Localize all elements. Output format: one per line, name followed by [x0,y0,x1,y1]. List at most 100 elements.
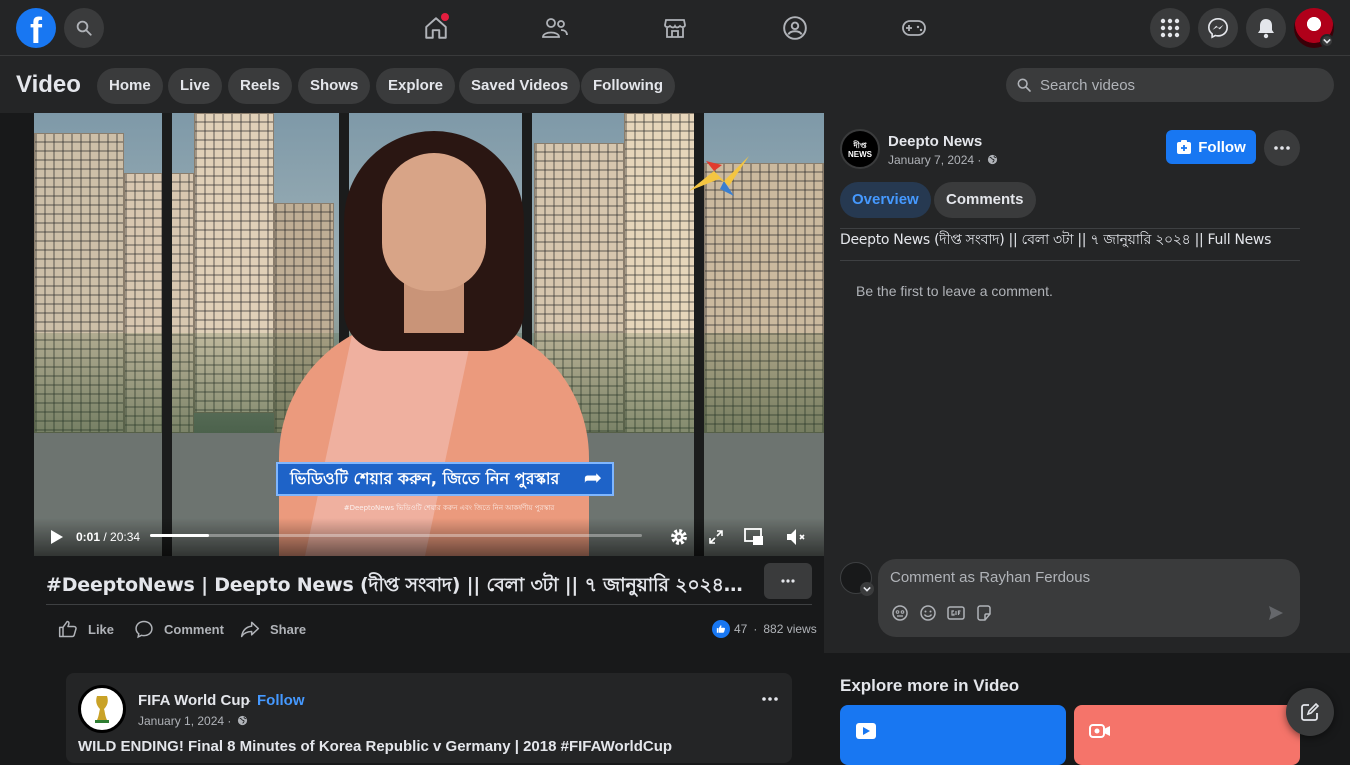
tab-live[interactable]: Live [168,68,223,104]
menu-button[interactable] [1150,8,1190,48]
nav-friends[interactable] [535,8,575,48]
top-navigation: f [0,0,1350,56]
explore-card-live[interactable] [1074,705,1300,765]
globe-icon [237,715,247,726]
fullscreen-button[interactable] [705,526,727,548]
share-icon [240,621,260,638]
channel-more-button[interactable] [1264,130,1300,166]
like-button[interactable]: Like [58,617,114,641]
tab-shows[interactable]: Shows [298,68,371,104]
video-subnav: Video Home Live Reels Shows Explore Save… [0,56,1350,113]
time-display: 0:01 / 20:34 [76,530,140,544]
comment-button[interactable]: Comment [134,617,224,641]
search-button[interactable] [64,8,104,48]
messenger-button[interactable] [1198,8,1238,48]
notifications-button[interactable] [1246,8,1286,48]
gif-button[interactable] [946,603,966,623]
more-dots-icon [762,697,778,701]
chevron-down-icon [1323,38,1331,44]
play-button[interactable] [46,526,68,548]
nav-home[interactable] [416,8,456,48]
like-reaction-icon [712,620,730,638]
tab-home[interactable]: Home [97,68,163,104]
like-label: Like [88,621,115,637]
groups-icon [783,16,807,40]
post-date-text: January 7, 2024 · [888,153,982,167]
follow-label: Follow [1198,138,1246,156]
mute-button[interactable] [786,526,808,548]
emoji-button[interactable] [918,603,938,623]
send-comment-button[interactable] [1266,603,1286,623]
video-more-button[interactable] [764,563,812,599]
video-search-input[interactable] [1040,76,1320,94]
play-icon [51,530,63,544]
post-date: January 7, 2024 · [888,153,998,167]
post-author-separator: · [247,692,252,709]
nav-marketplace[interactable] [655,8,695,48]
thumbs-up-icon [58,620,77,638]
feed-post-card: FIFA World Cup · Follow January 1, 2024 … [66,673,792,763]
tab-comments[interactable]: Comments [934,182,1036,218]
video-title: #DeeptoNews | Deepto News (দীপ্ত সংবাদ) … [46,574,746,596]
nav-groups[interactable] [775,8,815,48]
fifa-avatar[interactable] [78,685,126,733]
channel-name[interactable]: Deepto News [888,133,982,150]
tab-overview[interactable]: Overview [840,182,931,218]
channel-avatar[interactable]: দীপ্ত NEWS [840,129,880,169]
tab-reels[interactable]: Reels [228,68,293,104]
miniplayer-button[interactable] [743,526,765,548]
video-player[interactable]: ভিডিওটি শেয়ার করুন, জিতে নিন পুরস্কার ➦… [34,113,824,556]
divider [840,260,1300,261]
player-controls: 0:01 / 20:34 [34,518,824,556]
video-stats: 47 · 882 views [712,620,817,638]
post-title[interactable]: WILD ENDING! Final 8 Minutes of Korea Re… [78,738,778,755]
share-banner-text: ভিডিওটি শেয়ার করুন, জিতে নিন পুরস্কার [290,469,560,488]
send-icon [1269,606,1283,620]
nav-gaming[interactable] [894,8,934,48]
post-author-name[interactable]: FIFA World Cup [138,692,250,709]
share-button[interactable]: Share [240,617,306,641]
more-dots-icon [781,579,795,583]
follow-button[interactable]: Follow [1166,130,1256,164]
world-cup-trophy-icon [95,696,109,723]
more-dots-icon [1274,146,1290,150]
progress-bar[interactable] [150,534,642,537]
progress-fill [150,534,210,537]
duration: 20:34 [110,530,141,544]
account-chevron[interactable] [1320,34,1334,48]
comment-icon [135,620,153,639]
video-icon [856,723,876,739]
video-search[interactable] [1006,68,1334,102]
stats-separator: · [753,622,758,636]
sticker-icon [977,605,991,621]
time-separator: / [100,530,111,544]
reaction-count[interactable]: 47 [734,622,747,636]
menu-grid-icon [1160,18,1180,38]
post-follow-link[interactable]: Follow [257,692,305,709]
gear-icon [671,529,687,545]
settings-button[interactable] [668,526,690,548]
comment-label: Comment [164,621,224,637]
comment-input[interactable] [890,569,1270,586]
tab-explore[interactable]: Explore [376,68,456,104]
tab-following[interactable]: Following [581,68,675,104]
explore-card-videos[interactable] [840,705,1066,765]
comment-composer[interactable] [878,559,1300,637]
anchor-face [382,153,486,291]
sticker-button[interactable] [974,603,994,623]
current-time: 0:01 [76,530,101,544]
post-more-button[interactable] [756,685,784,713]
bell-icon [1258,19,1274,39]
new-message-button[interactable] [1286,688,1334,736]
window-frame [162,113,172,556]
avatar-sticker-button[interactable] [890,603,910,623]
gaming-icon [902,20,926,36]
tab-saved-videos[interactable]: Saved Videos [459,68,581,104]
facebook-logo[interactable]: f [16,8,56,48]
comment-identity-chevron[interactable] [860,582,874,596]
post-date-text: January 1, 2024 · [138,714,232,728]
chevron-down-icon [863,586,871,592]
messenger-icon [1208,18,1228,39]
explore-heading: Explore more in Video [840,676,1020,695]
view-count: 882 views [763,622,817,636]
